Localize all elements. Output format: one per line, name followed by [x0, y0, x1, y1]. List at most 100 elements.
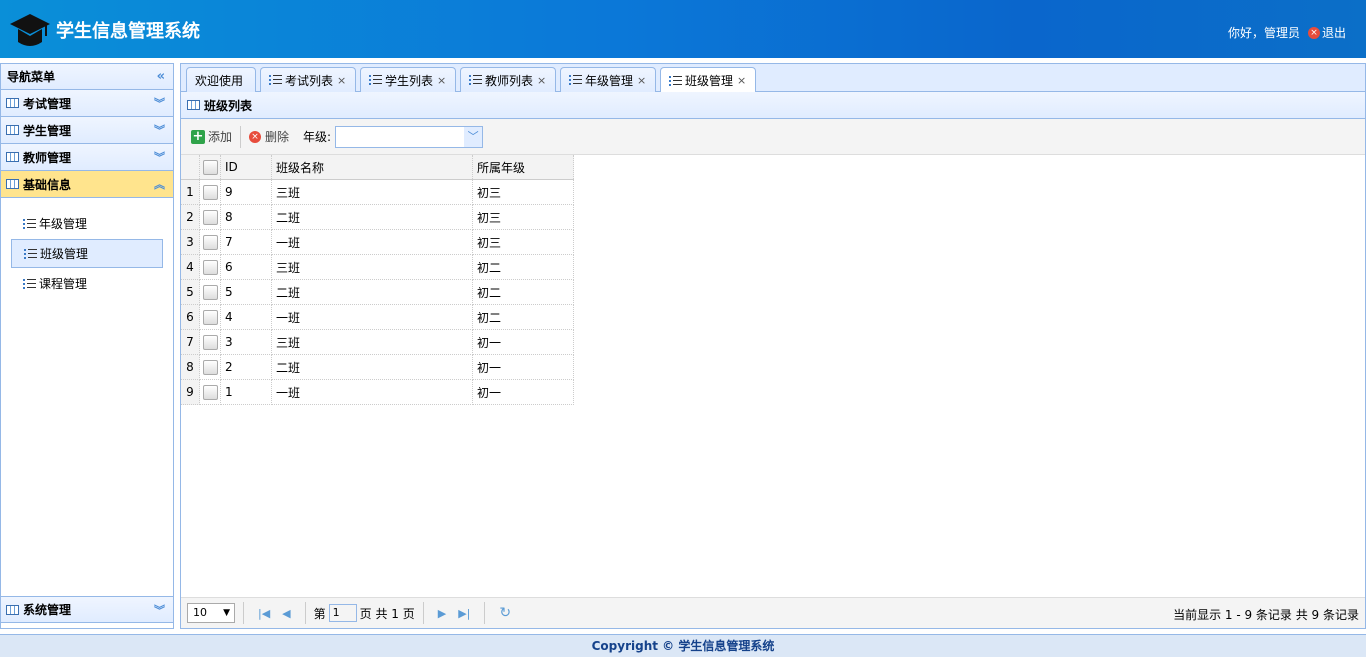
list-icon [23, 218, 36, 230]
cell-id: 8 [220, 204, 272, 230]
delete-button[interactable]: × 删除 [249, 128, 289, 145]
last-page-icon[interactable]: ▶| [458, 607, 470, 620]
tab-close-icon[interactable]: × [737, 74, 746, 87]
table-row[interactable]: 8 2 二班 初一 [181, 354, 574, 380]
submenu-item-1[interactable]: 班级管理 [11, 239, 163, 268]
tab-close-icon[interactable]: × [637, 74, 646, 87]
grade-filter-select[interactable]: ﹀ [335, 125, 484, 148]
row-checkbox[interactable] [202, 309, 218, 325]
list-icon [369, 74, 382, 86]
table-row[interactable]: 4 6 三班 初二 [181, 254, 574, 280]
page-size-select[interactable]: 10 ▼ [187, 603, 235, 623]
grade-filter-label: 年级: [303, 130, 332, 144]
refresh-icon[interactable]: ↻ [499, 605, 511, 621]
tab-close-icon[interactable]: × [437, 74, 446, 87]
row-checkbox[interactable] [202, 334, 218, 350]
sidebar-section-0[interactable]: 考试管理 ︾ [1, 90, 173, 117]
app-header: 学生信息管理系统 你好，管理员 × 退出 [0, 0, 1366, 58]
tab-4[interactable]: 年级管理 × [560, 67, 656, 92]
tab-0[interactable]: 欢迎使用 [186, 67, 256, 92]
table-icon [6, 152, 19, 162]
pager-divider [422, 602, 424, 624]
chevron-down-icon[interactable]: ﹀ [464, 126, 483, 147]
row-checkbox-cell [199, 304, 221, 330]
submenu-item-0[interactable]: 年级管理 [11, 210, 163, 237]
submenu-item-2[interactable]: 课程管理 [11, 270, 163, 297]
row-number: 9 [181, 379, 200, 405]
table-row[interactable]: 2 8 二班 初三 [181, 204, 574, 230]
select-all-checkbox[interactable] [202, 159, 218, 175]
row-checkbox[interactable] [202, 284, 218, 300]
table-row[interactable]: 7 3 三班 初一 [181, 329, 574, 355]
row-checkbox-cell [199, 379, 221, 405]
delete-label: 删除 [265, 130, 290, 144]
row-number: 6 [181, 304, 200, 330]
cell-name: 三班 [271, 254, 473, 280]
row-checkbox-cell [199, 229, 221, 255]
row-checkbox[interactable] [202, 359, 218, 375]
cell-id: 7 [220, 229, 272, 255]
list-icon [669, 75, 682, 87]
row-number-header [181, 155, 200, 180]
row-checkbox[interactable] [202, 184, 218, 200]
add-button[interactable]: + 添加 [191, 128, 232, 145]
cell-grade: 初二 [472, 279, 574, 305]
collapse-left-icon[interactable]: « [157, 69, 165, 84]
tab-2[interactable]: 学生列表 × [360, 67, 456, 92]
row-checkbox[interactable] [202, 209, 218, 225]
column-header-grade[interactable]: 所属年级 [472, 155, 574, 180]
list-icon [469, 74, 482, 86]
tab-close-icon[interactable]: × [337, 74, 346, 87]
tab-1[interactable]: 考试列表 × [260, 67, 356, 92]
list-icon [569, 74, 582, 86]
row-checkbox-cell [199, 279, 221, 305]
sidebar-title: 导航菜单 [7, 70, 56, 84]
cell-id: 6 [220, 254, 272, 280]
cell-id: 3 [220, 329, 272, 355]
row-number: 7 [181, 329, 200, 355]
cell-id: 1 [220, 379, 272, 405]
logout-label: 退出 [1321, 26, 1346, 40]
cell-name: 二班 [271, 354, 473, 380]
table-row[interactable]: 3 7 一班 初三 [181, 229, 574, 255]
tab-3[interactable]: 教师列表 × [460, 67, 556, 92]
submenu-item-label: 班级管理 [40, 247, 89, 261]
submenu-list: 年级管理班级管理课程管理 [1, 198, 173, 596]
tab-5[interactable]: 班级管理 × [660, 67, 756, 93]
row-number: 5 [181, 279, 200, 305]
cell-grade: 初三 [472, 204, 574, 230]
list-icon [24, 248, 37, 260]
column-header-name[interactable]: 班级名称 [271, 155, 473, 180]
table-row[interactable]: 5 5 二班 初二 [181, 279, 574, 305]
pager-divider [484, 602, 486, 624]
row-checkbox[interactable] [202, 259, 218, 275]
tab-close-icon[interactable]: × [537, 74, 546, 87]
logout-button[interactable]: × 退出 [1307, 24, 1346, 41]
pager-divider [304, 602, 306, 624]
class-table: ID 班级名称 所属年级 1 9 三班 初三 2 8 二班 初三 3 7 一班 初三 4 6 三班 初二 5 5 二… [181, 155, 574, 405]
sidebar-section-system[interactable]: 系统管理 ︾ [1, 596, 173, 623]
main-area: 欢迎使用 考试列表 × 学生列表 × 教师列表 × 年级管理 × 班级管理 × 班级列表 + 添加 … [180, 63, 1366, 629]
prev-page-icon[interactable]: ◀ [282, 607, 290, 620]
row-checkbox[interactable] [202, 234, 218, 250]
next-page-icon[interactable]: ▶ [438, 607, 446, 620]
cell-name: 二班 [271, 279, 473, 305]
sidebar-section-1[interactable]: 学生管理 ︾ [1, 117, 173, 144]
column-header-id[interactable]: ID [220, 155, 272, 180]
pager-info: 当前显示 1 - 9 条记录 共 9 条记录 [1173, 608, 1359, 622]
cell-name: 三班 [271, 179, 473, 205]
cell-id: 5 [220, 279, 272, 305]
row-checkbox[interactable] [202, 384, 218, 400]
table-row[interactable]: 9 1 一班 初一 [181, 379, 574, 405]
page-number-input[interactable]: 1 [328, 604, 357, 622]
sidebar-section-label: 系统管理 [23, 603, 72, 617]
tab-label: 考试列表 [285, 73, 334, 88]
sidebar-section-3[interactable]: 基础信息 ︽ [1, 171, 173, 198]
sidebar-section-2[interactable]: 教师管理 ︾ [1, 144, 173, 171]
table-row[interactable]: 1 9 三班 初三 [181, 179, 574, 205]
cell-id: 2 [220, 354, 272, 380]
table-icon [6, 98, 19, 108]
sidebar-section-label: 基础信息 [23, 177, 72, 192]
first-page-icon[interactable]: |◀ [258, 607, 270, 620]
table-row[interactable]: 6 4 一班 初二 [181, 304, 574, 330]
